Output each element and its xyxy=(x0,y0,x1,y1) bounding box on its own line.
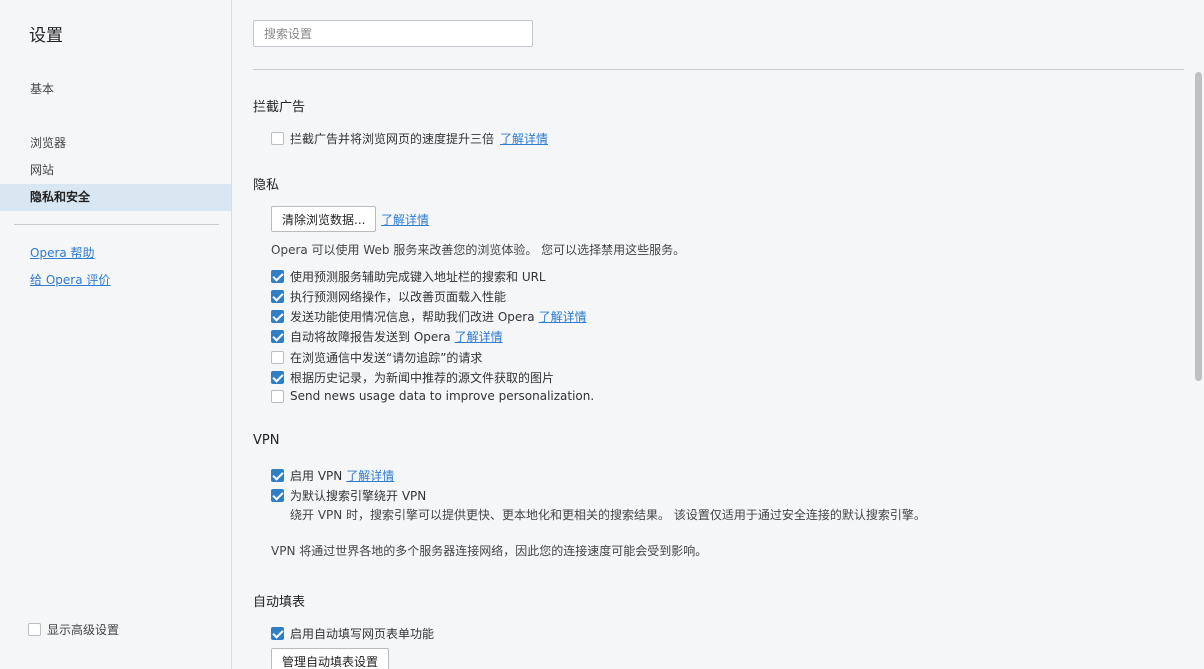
section-title-vpn: VPN xyxy=(253,433,280,448)
sidebar-item-basic[interactable]: 基本 xyxy=(0,76,231,103)
privacy-option[interactable]: 自动将故障报告发送到 Opera 了解详情 xyxy=(271,328,503,345)
show-advanced-settings[interactable]: 显示高级设置 xyxy=(28,621,119,638)
vpn-enable-label: 启用 VPN xyxy=(290,469,343,483)
autofill-enable-option[interactable]: 启用自动填写网页表单功能 xyxy=(271,625,434,642)
privacy-option-label: 自动将故障报告发送到 Opera xyxy=(290,330,451,344)
privacy-option[interactable]: 执行预测网络操作，以改善页面载入性能 xyxy=(271,288,506,305)
crash-report-learn-more-link[interactable]: 了解详情 xyxy=(455,328,503,345)
privacy-checkbox[interactable] xyxy=(271,371,284,384)
privacy-option[interactable]: Send news usage data to improve personal… xyxy=(271,389,594,403)
vpn-enable-option[interactable]: 启用 VPN 了解详情 xyxy=(271,467,394,484)
divider xyxy=(253,69,1184,70)
privacy-option-label: 发送功能使用情况信息，帮助我们改进 Opera xyxy=(290,310,535,324)
rate-opera-link[interactable]: 给 Opera 评价 xyxy=(30,271,110,288)
privacy-checkbox[interactable] xyxy=(271,270,284,283)
privacy-option[interactable]: 使用预测服务辅助完成键入地址栏的搜索和 URL xyxy=(271,268,546,285)
privacy-option[interactable]: 发送功能使用情况信息，帮助我们改进 Opera 了解详情 xyxy=(271,308,587,325)
privacy-option-label: Send news usage data to improve personal… xyxy=(290,389,595,403)
adblock-label: 拦截广告并将浏览网页的速度提升三倍 xyxy=(290,132,495,146)
privacy-checkbox[interactable] xyxy=(271,351,284,364)
sidebar-item-websites[interactable]: 网站 xyxy=(0,157,231,184)
privacy-option-label: 在浏览通信中发送“请勿追踪”的请求 xyxy=(290,351,483,365)
adblock-checkbox[interactable] xyxy=(271,132,284,145)
privacy-description: Opera 可以使用 Web 服务来改善您的浏览体验。 您可以选择禁用这些服务。 xyxy=(271,243,686,257)
privacy-option[interactable]: 根据历史记录，为新闻中推荐的源文件获取的图片 xyxy=(271,369,554,386)
vpn-bypass-note: 绕开 VPN 时，搜索引擎可以提供更快、更本地化和更相关的搜索结果。 该设置仅适… xyxy=(290,508,926,522)
section-title-privacy: 隐私 xyxy=(253,178,280,193)
show-advanced-label: 显示高级设置 xyxy=(47,623,120,637)
section-title-adblock: 拦截广告 xyxy=(253,100,306,115)
privacy-checkbox[interactable] xyxy=(271,290,284,303)
sidebar-divider xyxy=(14,224,219,225)
privacy-checkbox[interactable] xyxy=(271,389,284,403)
privacy-option-label: 使用预测服务辅助完成键入地址栏的搜索和 URL xyxy=(290,270,546,284)
vpn-learn-more-link[interactable]: 了解详情 xyxy=(346,467,394,484)
manage-autofill-button[interactable]: 管理自动填表设置 xyxy=(271,648,390,669)
privacy-checkbox[interactable] xyxy=(271,310,284,323)
vpn-bypass-label: 为默认搜索引擎绕开 VPN xyxy=(290,489,427,503)
privacy-option-label: 执行预测网络操作，以改善页面载入性能 xyxy=(290,290,507,304)
sidebar-item-privacy-security[interactable]: 隐私和安全 xyxy=(0,184,231,211)
privacy-checkbox[interactable] xyxy=(271,330,284,343)
vpn-description: VPN 将通过世界各地的多个服务器连接网络，因此您的连接速度可能会受到影响。 xyxy=(271,544,708,558)
vpn-enable-checkbox[interactable] xyxy=(271,469,284,482)
sidebar: 设置 基本 浏览器 网站 隐私和安全 Opera 帮助 给 Opera 评价 显… xyxy=(0,0,232,669)
clear-data-learn-more-link[interactable]: 了解详情 xyxy=(381,211,429,228)
adblock-option[interactable]: 拦截广告并将浏览网页的速度提升三倍 了解详情 xyxy=(271,130,548,147)
usage-learn-more-link[interactable]: 了解详情 xyxy=(539,308,587,325)
scrollbar-thumb[interactable] xyxy=(1195,72,1202,381)
vpn-bypass-option[interactable]: 为默认搜索引擎绕开 VPN xyxy=(271,487,426,504)
privacy-option-label: 根据历史记录，为新闻中推荐的源文件获取的图片 xyxy=(290,371,555,385)
adblock-learn-more-link[interactable]: 了解详情 xyxy=(500,130,548,147)
section-title-autofill: 自动填表 xyxy=(253,595,306,610)
search-input[interactable] xyxy=(253,20,533,47)
autofill-checkbox[interactable] xyxy=(271,627,284,640)
autofill-enable-label: 启用自动填写网页表单功能 xyxy=(290,627,435,641)
show-advanced-checkbox[interactable] xyxy=(28,623,41,636)
clear-browsing-data-button[interactable]: 清除浏览数据... xyxy=(271,206,377,232)
page-title: 设置 xyxy=(29,26,63,46)
privacy-option[interactable]: 在浏览通信中发送“请勿追踪”的请求 xyxy=(271,349,482,366)
vpn-bypass-checkbox[interactable] xyxy=(271,489,284,502)
opera-help-link[interactable]: Opera 帮助 xyxy=(30,244,95,261)
sidebar-item-browser[interactable]: 浏览器 xyxy=(0,130,231,157)
